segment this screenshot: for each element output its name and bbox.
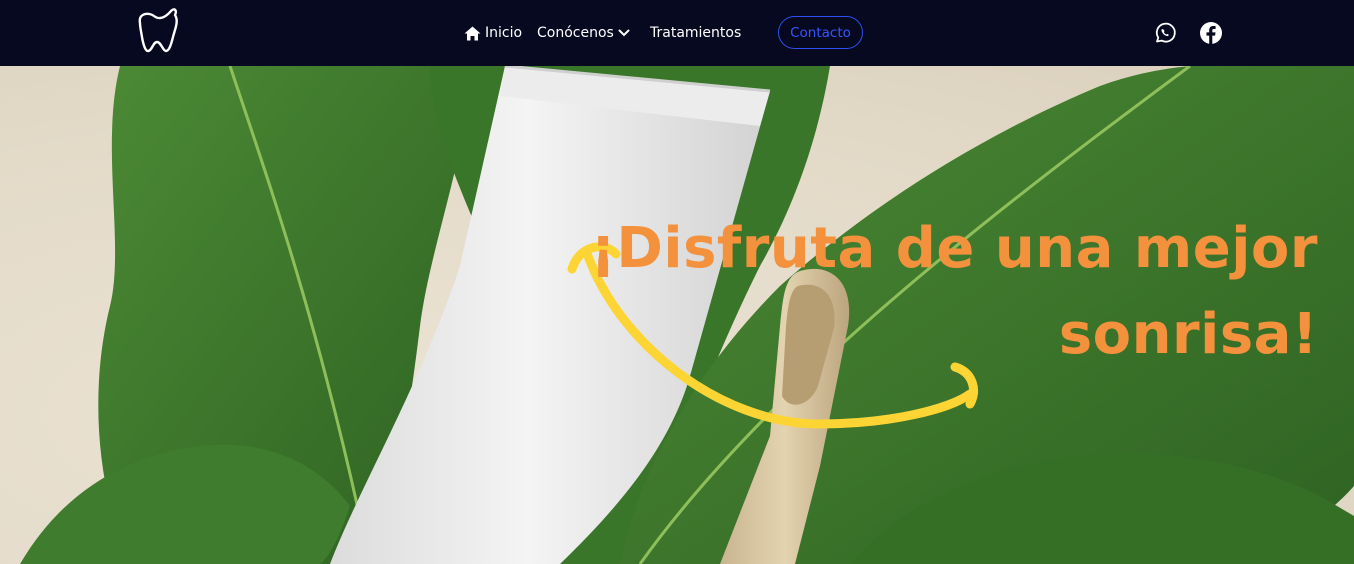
navbar: Inicio Conócenos Tratamientos Contacto xyxy=(0,0,1354,66)
nav-conocenos-label: Conócenos xyxy=(537,25,614,41)
nav-dropdown-conocenos[interactable]: Conócenos xyxy=(537,21,630,45)
facebook-icon[interactable] xyxy=(1199,21,1223,45)
hero-title: ¡Disfruta de una mejor sonrisa! xyxy=(590,216,1318,367)
chevron-down-icon xyxy=(618,29,630,37)
contact-button[interactable]: Contacto xyxy=(778,16,863,49)
tooth-icon[interactable] xyxy=(135,7,179,53)
hero-banner: ¡Disfruta de una mejor sonrisa! xyxy=(0,66,1354,564)
nav-tratamientos-label: Tratamientos xyxy=(650,25,742,41)
nav-link-inicio[interactable]: Inicio xyxy=(464,21,522,45)
home-icon xyxy=(464,26,481,40)
nav-inicio-label: Inicio xyxy=(485,25,523,41)
whatsapp-icon[interactable] xyxy=(1153,21,1177,45)
nav-link-tratamientos[interactable]: Tratamientos xyxy=(650,21,741,45)
